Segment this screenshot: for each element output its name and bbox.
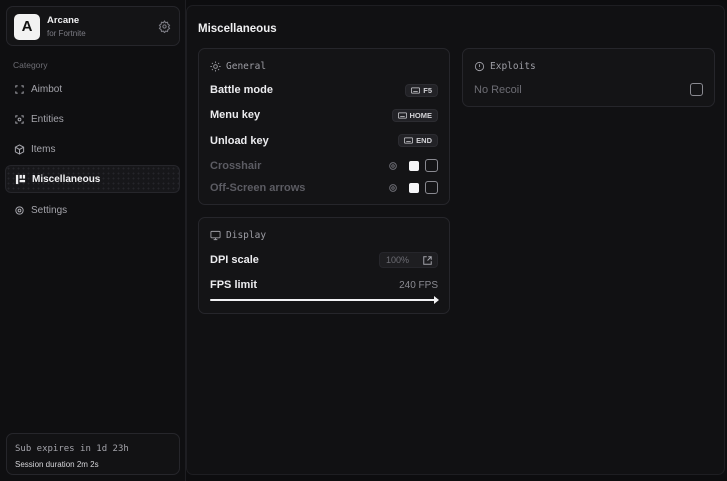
display-panel-header: Display [210, 230, 266, 241]
crosshair-color-swatch[interactable] [409, 161, 419, 171]
dpi-scale-value: 100% [386, 255, 410, 265]
battle-mode-key[interactable]: F5 [405, 84, 438, 97]
sidebar-item-label: Aimbot [31, 83, 63, 95]
sidebar-item-label: Miscellaneous [32, 173, 101, 185]
keyboard-icon [404, 137, 414, 144]
box-icon [14, 143, 25, 155]
key-label: END [416, 136, 432, 145]
panel-title: Display [226, 230, 267, 241]
sidebar-item-label: Items [31, 143, 56, 155]
session-duration: Session duration 2m 2s [15, 460, 99, 469]
expand-icon[interactable] [423, 256, 432, 265]
sidebar-item-aimbot[interactable]: Aimbot [5, 75, 180, 103]
fps-slider-thumb[interactable] [434, 296, 439, 304]
offscreen-arrows-label: Off-Screen arrows [210, 182, 306, 194]
general-panel: General Battle mode F5 Menu key HOME Unl… [198, 48, 450, 205]
sidebar-item-settings[interactable]: Settings [5, 196, 180, 224]
crosshair-label: Crosshair [210, 160, 262, 172]
battle-mode-label: Battle mode [210, 84, 273, 96]
sub-expires: Sub expires in 1d 23h [15, 444, 129, 454]
sidebar-item-label: Entities [31, 113, 64, 125]
dpi-scale-input[interactable]: 100% [379, 252, 438, 268]
sidebar-item-miscellaneous[interactable]: Miscellaneous [5, 165, 180, 193]
scan-face-icon [15, 114, 24, 124]
app-name: Arcane [47, 15, 80, 26]
exploits-panel-header: Exploits [474, 61, 536, 72]
crosshair-checkbox[interactable] [425, 159, 438, 172]
panel-title: General [226, 61, 267, 72]
keyboard-icon [397, 112, 407, 119]
no-recoil-checkbox[interactable] [690, 83, 703, 96]
grid-icon [15, 174, 26, 184]
unload-key-label: Unload key [210, 135, 269, 147]
gear-icon [15, 205, 24, 215]
profile-card[interactable]: A Arcane for Fortnite [6, 6, 180, 46]
fps-limit-slider[interactable] [210, 296, 439, 304]
gear-icon[interactable] [388, 183, 398, 193]
sidebar-item-label: Settings [31, 204, 68, 216]
sidebar: A Arcane for Fortnite Category Aimbot En… [0, 0, 186, 481]
category-label: Category [13, 60, 48, 70]
dpi-scale-label: DPI scale [210, 254, 259, 266]
menu-key-label: Menu key [210, 109, 261, 121]
key-label: HOME [409, 111, 433, 120]
sidebar-item-entities[interactable]: Entities [5, 105, 180, 133]
display-panel: Display DPI scale 100% FPS limit 240 FPS [198, 217, 450, 314]
fps-limit-label: FPS limit [210, 279, 258, 291]
app-window: A Arcane for Fortnite Category Aimbot En… [0, 0, 727, 481]
monitor-icon [210, 230, 221, 241]
offscreen-arrows-color-swatch[interactable] [409, 183, 419, 193]
no-recoil-label: No Recoil [474, 84, 522, 96]
menu-key-binding[interactable]: HOME [391, 109, 438, 122]
fps-slider-fill [210, 299, 438, 301]
keyboard-icon [411, 87, 421, 94]
main-content: Miscellaneous General Battle mode F5 Men… [186, 5, 725, 475]
crosshair-icon [15, 84, 24, 94]
panel-title: Exploits [490, 61, 536, 72]
key-label: F5 [423, 86, 432, 95]
sun-icon [210, 61, 221, 72]
avatar: A [14, 14, 40, 40]
exploits-panel: Exploits No Recoil [462, 48, 715, 107]
alert-circle-icon [474, 61, 485, 72]
sidebar-item-items[interactable]: Items [5, 135, 180, 163]
app-subtitle: for Fortnite [47, 29, 86, 38]
page-title: Miscellaneous [198, 23, 277, 35]
gear-icon[interactable] [388, 161, 398, 171]
fps-limit-value: 240 FPS [399, 280, 438, 291]
gear-icon[interactable] [158, 20, 171, 33]
offscreen-arrows-checkbox[interactable] [425, 181, 438, 194]
unload-key-binding[interactable]: END [398, 134, 438, 147]
subscription-info: Sub expires in 1d 23h Session duration 2… [6, 433, 180, 475]
general-panel-header: General [210, 61, 266, 72]
